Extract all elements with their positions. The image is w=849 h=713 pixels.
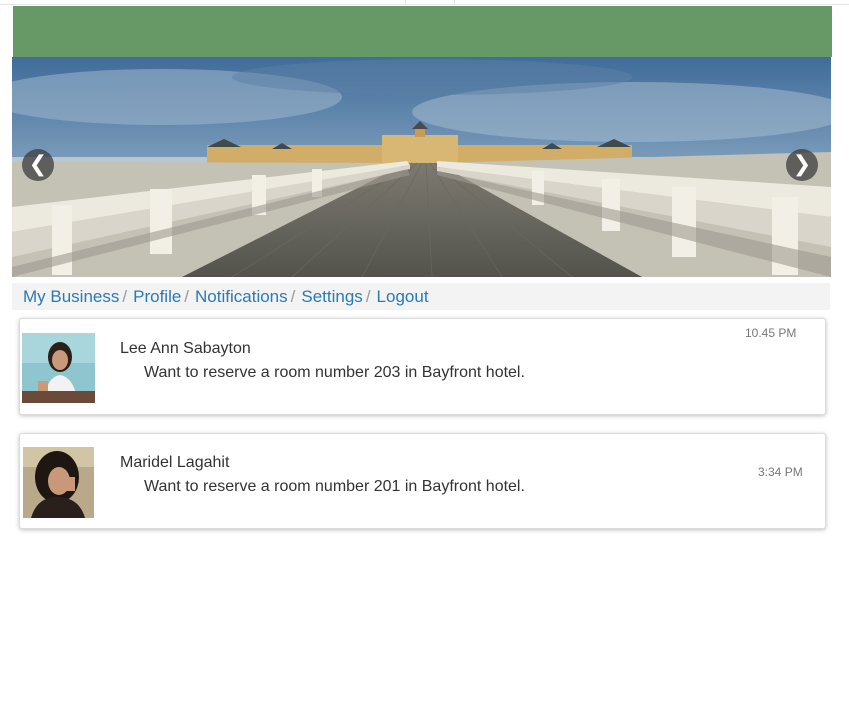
nav-link-my-business[interactable]: My Business [23, 287, 119, 306]
tab-divider [405, 0, 406, 5]
chevron-left-icon: ❮ [28, 152, 48, 177]
notification-time: 3:34 PM [758, 465, 803, 479]
pier-banner-image [12, 57, 831, 277]
breadcrumb-separator: / [184, 287, 190, 306]
nav-link-notifications[interactable]: Notifications [195, 287, 288, 306]
user-photo [22, 333, 95, 403]
sender-name: Lee Ann Sabayton [120, 340, 251, 357]
carousel-prev-button[interactable]: ❮ [22, 149, 54, 181]
carousel-next-button[interactable]: ❯ [786, 149, 818, 181]
breadcrumb-nav: My Business / Profile / Notifications / Settin… [12, 283, 830, 310]
notification-card[interactable]: Maridel Lagahit Want to reserve a room n… [19, 433, 826, 529]
image-carousel: ❮ ❯ [12, 57, 831, 277]
notification-time: 10.45 PM [745, 326, 797, 340]
breadcrumb-separator: / [290, 287, 296, 306]
nav-link-profile[interactable]: Profile [133, 287, 181, 306]
user-photo [23, 447, 94, 518]
nav-link-logout[interactable]: Logout [377, 287, 429, 306]
avatar [23, 447, 94, 518]
notification-message: Want to reserve a room number 203 in Bay… [144, 364, 525, 381]
avatar [22, 333, 95, 403]
chevron-right-icon: ❯ [792, 152, 812, 177]
header-bar [13, 6, 832, 57]
tab-divider [454, 0, 455, 5]
notification-message: Want to reserve a room number 201 in Bay… [144, 478, 525, 495]
sender-name: Maridel Lagahit [120, 454, 230, 471]
breadcrumb-separator: / [365, 287, 371, 306]
nav-link-settings[interactable]: Settings [301, 287, 362, 306]
top-divider [0, 4, 849, 5]
notification-card[interactable]: Lee Ann Sabayton Want to reserve a room … [19, 318, 826, 415]
breadcrumb-separator: / [122, 287, 128, 306]
